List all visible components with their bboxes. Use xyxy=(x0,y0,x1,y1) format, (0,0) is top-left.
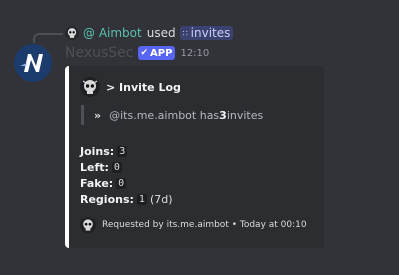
stat-row-joins: Joins: 3 xyxy=(80,143,173,159)
quote-arrow: » xyxy=(94,108,102,122)
stat-value: 3 xyxy=(117,145,128,157)
stat-extra: (7d) xyxy=(149,192,173,206)
invite-count: 3 xyxy=(219,108,227,122)
stat-row-regions: Regions: 1 (7d) xyxy=(80,191,173,207)
stat-row-fake: Fake: 0 xyxy=(80,175,173,191)
command-chip[interactable]: ∷ invites xyxy=(179,26,234,40)
stat-value: 0 xyxy=(111,161,122,173)
embed: > Invite Log » @its.me.aimbot has 3 invi… xyxy=(65,66,324,248)
command-reply-line[interactable]: @ Aimbot used ∷ invites xyxy=(65,24,234,42)
footer-text: Requested by its.me.aimbot • Today at 00… xyxy=(102,220,307,230)
quote-prefix: @its.me.aimbot has xyxy=(109,108,220,122)
reply-spine xyxy=(33,33,63,43)
stat-label: Left: xyxy=(80,160,109,174)
skull-icon xyxy=(83,219,93,231)
stat-label: Regions: xyxy=(80,192,134,206)
embed-author: > Invite Log xyxy=(80,77,181,97)
reply-avatar[interactable] xyxy=(65,26,79,40)
avatar[interactable] xyxy=(14,44,52,82)
embed-title: > Invite Log xyxy=(106,80,181,94)
quote-suffix: invites xyxy=(226,108,264,122)
stat-value: 0 xyxy=(116,177,127,189)
app-badge-label: APP xyxy=(150,47,173,59)
reply-verb: used xyxy=(146,26,176,40)
stat-label: Fake: xyxy=(80,176,114,190)
footer-avatar xyxy=(80,217,96,233)
stat-row-left: Left: 0 xyxy=(80,159,173,175)
skull-icon xyxy=(67,28,77,38)
reply-username[interactable]: @ Aimbot xyxy=(83,26,142,40)
app-badge: ✔ APP xyxy=(137,46,176,60)
nexus-logo-icon xyxy=(14,44,52,82)
stat-value: 1 xyxy=(136,193,147,205)
check-icon: ✔ xyxy=(140,48,149,58)
timestamp[interactable]: 12:10 xyxy=(180,48,209,59)
stat-label: Joins: xyxy=(80,144,115,158)
message-header: NexusSec ✔ APP 12:10 xyxy=(65,44,209,62)
embed-author-avatar xyxy=(80,77,100,97)
embed-footer: Requested by its.me.aimbot • Today at 00… xyxy=(80,217,307,233)
invite-quote: » @its.me.aimbot has 3 invites xyxy=(81,105,263,125)
skull-icon xyxy=(82,80,98,94)
invite-stats: Joins: 3 Left: 0 Fake: 0 Regions: 1 (7d) xyxy=(80,143,173,207)
slash-command-icon: ∷ xyxy=(182,28,188,38)
author-name[interactable]: NexusSec xyxy=(65,45,134,61)
command-name: invites xyxy=(190,26,231,40)
